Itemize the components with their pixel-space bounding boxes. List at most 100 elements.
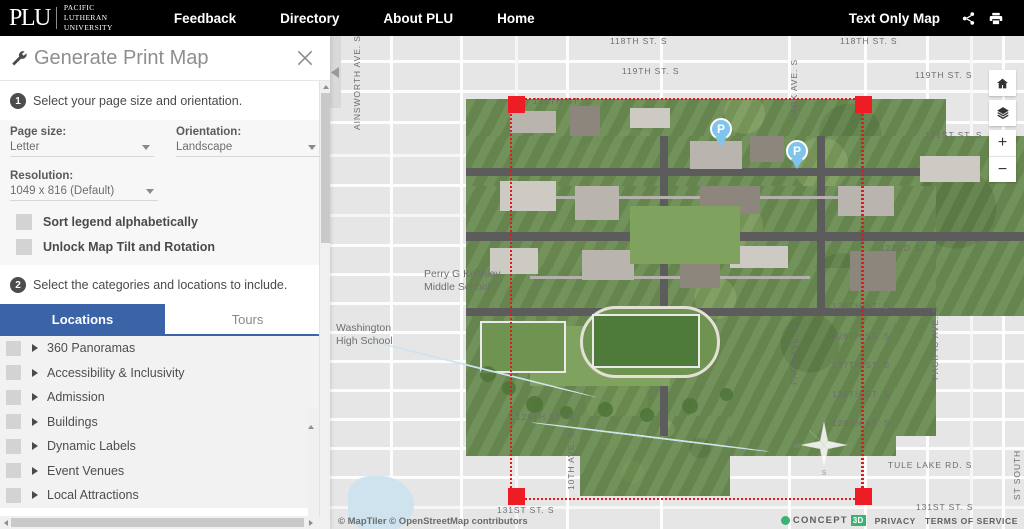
category-checkbox[interactable] — [6, 389, 21, 405]
tab-tours-label: Tours — [231, 311, 264, 327]
concept3d-badge: 3D — [850, 515, 866, 526]
category-checkbox[interactable] — [6, 463, 21, 479]
map-road — [390, 36, 393, 529]
category-checkbox[interactable] — [6, 340, 21, 356]
step-1-text: Select your page size and orientation. — [33, 94, 243, 108]
expand-arrow-icon[interactable] — [32, 344, 38, 353]
sort-legend-row[interactable]: Sort legend alphabetically — [10, 214, 320, 230]
category-row[interactable]: Accessibility & Inclusivity — [0, 361, 330, 386]
expand-arrow-icon[interactable] — [32, 466, 38, 475]
street-label: 10TH AVE. S — [566, 430, 576, 490]
plu-logo[interactable]: PLU PACIFIC LUTHERAN UNIVERSITY — [0, 3, 113, 33]
expand-arrow-icon[interactable] — [32, 393, 38, 402]
street-label: 118TH ST. S — [610, 36, 668, 46]
step-2-text: Select the categories and locations to i… — [33, 278, 288, 292]
unlock-tilt-checkbox[interactable] — [16, 239, 32, 255]
expand-arrow-icon[interactable] — [32, 491, 38, 500]
selection-handle-top-left[interactable] — [508, 96, 525, 113]
map-canvas[interactable]: 118TH ST. S 118TH ST. S 119TH ST. S 119TH S… — [330, 36, 1024, 529]
expand-arrow-icon[interactable] — [32, 417, 38, 426]
tree — [526, 396, 543, 413]
panel-header: Generate Print Map — [0, 36, 330, 81]
nav-link-directory[interactable]: Directory — [258, 11, 361, 26]
category-row[interactable]: Buildings — [0, 410, 330, 435]
street-label: 131ST ST. S — [916, 502, 974, 512]
category-checkbox[interactable] — [6, 487, 21, 503]
home-icon[interactable] — [989, 70, 1016, 96]
page-size-label: Page size: — [10, 126, 67, 138]
category-row[interactable]: Admission — [0, 385, 330, 410]
campus-building — [838, 186, 894, 216]
collapse-left-icon[interactable] — [330, 36, 341, 108]
campus-building — [570, 106, 600, 136]
panel-scroll-up-arrow[interactable] — [320, 81, 330, 92]
text-only-map-link[interactable]: Text Only Map — [849, 11, 954, 26]
parking-pin[interactable]: P — [710, 118, 732, 148]
layers-icon[interactable] — [989, 100, 1016, 126]
chevron-down-icon — [146, 188, 154, 194]
parking-pin[interactable]: P — [786, 140, 808, 170]
category-list-scrollbar[interactable] — [308, 408, 319, 529]
unlock-tilt-row[interactable]: Unlock Map Tilt and Rotation — [10, 239, 320, 255]
concept3d-logo[interactable]: CONCEPT 3D — [780, 515, 866, 526]
nav-link-home[interactable]: Home — [475, 11, 557, 26]
orientation-value: Landscape — [176, 141, 233, 153]
panel-scrollbar[interactable] — [319, 81, 330, 529]
street-label: 129TH ST. S — [516, 412, 575, 422]
street-label: TULE LAKE RD. S — [888, 460, 973, 470]
category-row[interactable]: Dynamic Labels — [0, 434, 330, 459]
page-size-value: Letter — [10, 141, 40, 153]
orientation-select[interactable]: Landscape — [176, 141, 320, 157]
panel-horizontal-scrollbar[interactable] — [0, 516, 330, 529]
campus-building — [510, 111, 556, 133]
zoom-out-symbol: − — [997, 160, 1008, 178]
category-row[interactable]: Event Venues — [0, 459, 330, 484]
hscroll-thumb[interactable] — [11, 518, 304, 527]
map-road — [330, 90, 1024, 93]
campus-building — [575, 186, 619, 220]
nav-link-feedback[interactable]: Feedback — [152, 11, 258, 26]
compass-rose: N S E W — [793, 414, 855, 477]
step-2-number: 2 — [10, 277, 26, 293]
selection-handle-bottom-left[interactable] — [508, 488, 525, 505]
zoom-in-icon[interactable]: + — [989, 130, 1016, 156]
sort-legend-checkbox[interactable] — [16, 214, 32, 230]
zoom-out-icon[interactable]: − — [989, 156, 1016, 182]
tab-tours[interactable]: Tours — [165, 304, 330, 334]
campus-path — [530, 276, 810, 279]
print-selection-midline — [862, 98, 864, 500]
selection-handle-top-right[interactable] — [855, 96, 872, 113]
tree — [720, 388, 733, 401]
campus-building — [850, 251, 896, 291]
size-orientation-row: Page size: Letter Orientation: Landscape — [10, 126, 320, 170]
print-map-screen: PLU PACIFIC LUTHERAN UNIVERSITY Feedback… — [0, 0, 1024, 529]
page-size-select[interactable]: Letter — [10, 141, 154, 157]
category-scroll-thumb[interactable] — [308, 426, 319, 526]
map-attribution-left: © MapTiler © OpenStreetMap contributors — [338, 516, 528, 527]
category-checkbox[interactable] — [6, 365, 21, 381]
category-row[interactable]: Local Attractions — [0, 483, 330, 508]
close-icon[interactable] — [292, 45, 318, 71]
tab-locations[interactable]: Locations — [0, 304, 165, 334]
panel-scroll-thumb[interactable] — [321, 93, 330, 243]
resolution-value: 1049 x 816 (Default) — [10, 185, 115, 197]
expand-arrow-icon[interactable] — [32, 368, 38, 377]
print-icon[interactable] — [982, 6, 1010, 30]
resolution-select[interactable]: 1049 x 816 (Default) — [10, 185, 158, 201]
hscroll-right-arrow[interactable] — [305, 516, 317, 529]
nav-link-about-plu[interactable]: About PLU — [361, 11, 475, 26]
category-checkbox[interactable] — [6, 438, 21, 454]
step-1-row: 1 Select your page size and orientation. — [0, 81, 330, 120]
campus-road — [466, 168, 946, 176]
category-label: Dynamic Labels — [47, 439, 136, 454]
privacy-link[interactable]: PRIVACY — [875, 516, 916, 526]
scroll-up-arrow[interactable] — [308, 408, 319, 429]
expand-arrow-icon[interactable] — [32, 442, 38, 451]
category-checkbox[interactable] — [6, 414, 21, 430]
map-road — [330, 60, 1024, 63]
category-label: 360 Panoramas — [47, 341, 136, 356]
selection-handle-bottom-right[interactable] — [855, 488, 872, 505]
terms-of-service-link[interactable]: TERMS OF SERVICE — [925, 516, 1018, 526]
category-row[interactable]: 360 Panoramas — [0, 336, 330, 361]
share-icon[interactable] — [954, 6, 982, 30]
